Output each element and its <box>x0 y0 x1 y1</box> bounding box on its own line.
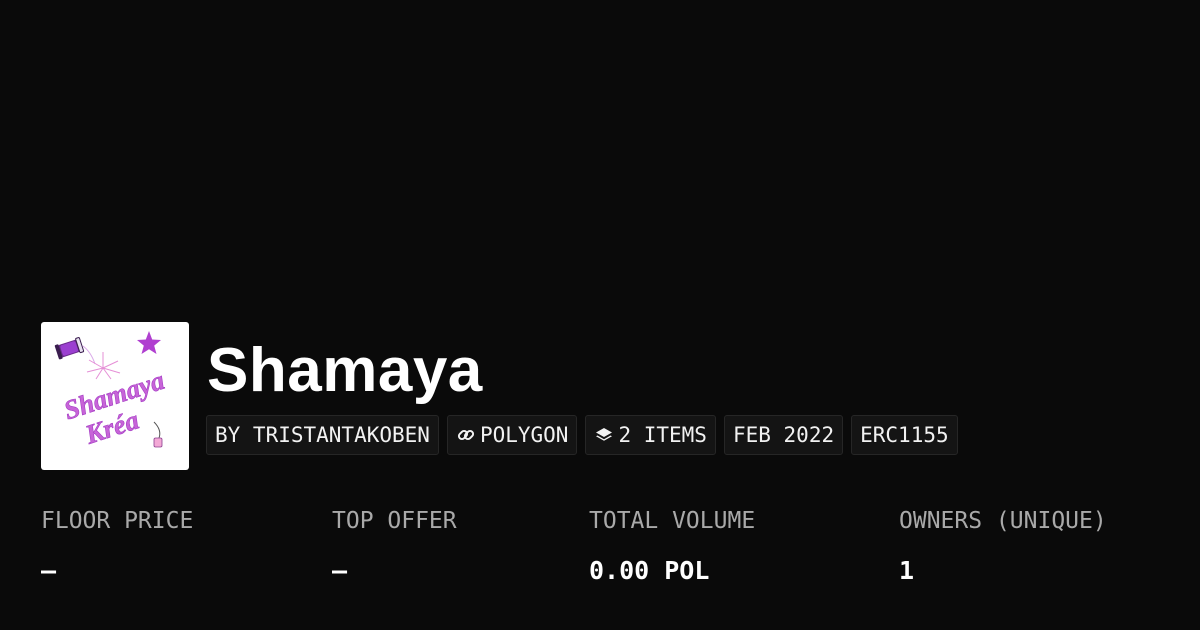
link-icon <box>456 425 476 445</box>
stat-total-volume-label: TOTAL VOLUME <box>589 508 756 534</box>
standard-chip-label: ERC1155 <box>860 423 949 447</box>
stat-total-volume: TOTAL VOLUME 0.00 POL <box>589 503 755 589</box>
creator-chip[interactable]: BY TRISTANTAKOBEN <box>206 415 439 455</box>
standard-chip: ERC1155 <box>851 415 958 455</box>
creator-chip-label: BY TRISTANTAKOBEN <box>215 423 430 447</box>
chain-chip-label: POLYGON <box>479 423 569 447</box>
stat-owners-label: OWNERS (UNIQUE) <box>899 508 1107 534</box>
stat-top-offer-label: TOP OFFER <box>332 508 457 534</box>
stat-floor-price: FLOOR PRICE — <box>41 503 193 589</box>
collection-logo: Shamaya Kréa <box>41 322 189 470</box>
stat-total-volume-value: 0.00 POL <box>589 556 710 585</box>
date-chip: FEB 2022 <box>723 415 844 455</box>
stat-owners-value: 1 <box>899 556 915 585</box>
sparkle-star-icon <box>137 331 161 354</box>
chain-chip[interactable]: POLYGON <box>446 415 578 455</box>
stat-top-offer: TOP OFFER — <box>332 503 457 589</box>
items-chip[interactable]: 2 ITEMS <box>585 415 716 455</box>
spool-icon <box>54 337 96 365</box>
layers-icon <box>594 425 614 445</box>
collection-name: Shamaya <box>207 336 483 405</box>
items-chip-label: 2 ITEMS <box>618 423 707 447</box>
stat-floor-price-value: — <box>41 556 57 585</box>
stat-owners: OWNERS (UNIQUE) 1 <box>899 503 1107 589</box>
date-chip-label: FEB 2022 <box>732 423 835 447</box>
stat-top-offer-value: — <box>332 556 348 585</box>
stat-floor-price-label: FLOOR PRICE <box>41 508 194 534</box>
collection-meta-chips: BY TRISTANTAKOBEN POLYGON 2 ITEMS FEB 20… <box>206 415 958 455</box>
tag-charm-icon <box>153 421 163 448</box>
